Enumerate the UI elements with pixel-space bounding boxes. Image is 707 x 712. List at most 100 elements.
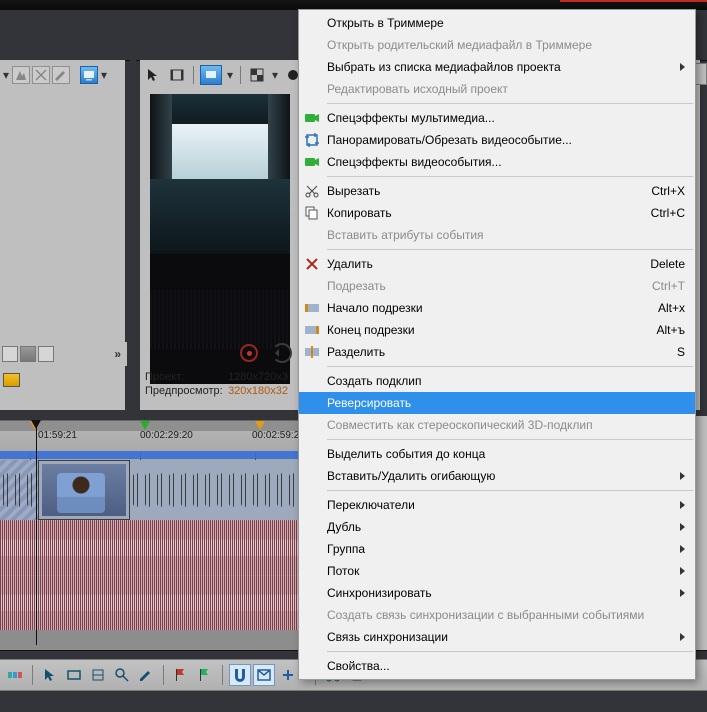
timecode: 00:02:59:2 bbox=[252, 430, 299, 441]
menu-label: Дубль bbox=[327, 520, 361, 534]
menu-cut[interactable]: Вырезать Ctrl+X bbox=[299, 180, 695, 202]
tool-swatches-icon[interactable] bbox=[4, 664, 26, 686]
menu-insert-envelope[interactable]: Вставить/Удалить огибающую bbox=[299, 465, 695, 487]
submenu-arrow-icon bbox=[680, 63, 685, 71]
menu-shortcut: Alt+x bbox=[658, 301, 685, 315]
tool-pointer-icon[interactable] bbox=[39, 664, 61, 686]
record-icon[interactable] bbox=[240, 344, 258, 362]
menu-label: Спецэффекты видеособытия... bbox=[327, 155, 502, 169]
menu-label: Вырезать bbox=[327, 184, 380, 198]
menu-label: Вставить атрибуты события bbox=[327, 228, 484, 242]
crop-icon bbox=[303, 131, 321, 149]
menu-create-sync: Создать связь синхронизации с выбранными… bbox=[299, 604, 695, 626]
menu-trim-start[interactable]: Начало подрезки Alt+x bbox=[299, 297, 695, 319]
menu-take[interactable]: Дубль bbox=[299, 516, 695, 538]
tool-box-icon[interactable] bbox=[63, 664, 85, 686]
submenu-arrow-icon bbox=[680, 589, 685, 597]
tool-magnify-icon[interactable] bbox=[111, 664, 133, 686]
menu-copy[interactable]: Копировать Ctrl+C bbox=[299, 202, 695, 224]
fx-green-icon bbox=[303, 109, 321, 127]
marker-icon[interactable] bbox=[140, 421, 150, 430]
tool-icon-1[interactable] bbox=[12, 66, 30, 84]
context-menu: Открыть в Триммере Открыть родительский … bbox=[298, 9, 696, 680]
menu-label: Совместить как стереоскопический 3D-подк… bbox=[327, 418, 593, 432]
menu-label: Свойства... bbox=[327, 659, 390, 673]
menu-fx-video[interactable]: Спецэффекты видеособытия... bbox=[299, 151, 695, 173]
timecode: 00:02:29:20 bbox=[140, 430, 193, 441]
tool-edit-icon[interactable] bbox=[135, 664, 157, 686]
marker-icon[interactable] bbox=[255, 421, 265, 430]
tool-icon-3[interactable] bbox=[52, 66, 70, 84]
menu-select-to-end[interactable]: Выделить события до конца bbox=[299, 443, 695, 465]
color-swatch[interactable] bbox=[3, 373, 20, 387]
preview-monitor-icon[interactable] bbox=[200, 65, 222, 85]
menu-fx-multimedia[interactable]: Спецэффекты мультимедиа... bbox=[299, 107, 695, 129]
menu-label: Подрезать bbox=[327, 279, 386, 293]
loop-icon[interactable] bbox=[272, 343, 292, 363]
tool-icon-2[interactable] bbox=[32, 66, 50, 84]
menu-sync-link[interactable]: Связь синхронизации bbox=[299, 626, 695, 648]
menu-label: Спецэффекты мультимедиа... bbox=[327, 111, 495, 125]
more-icon[interactable]: » bbox=[114, 347, 127, 361]
left-panel: ▾ ▾ » bbox=[0, 60, 125, 410]
copy-icon bbox=[303, 204, 321, 222]
submenu-arrow-icon bbox=[680, 545, 685, 553]
left-panel-toolbar: ▾ ▾ bbox=[0, 63, 127, 87]
playhead[interactable] bbox=[36, 420, 37, 645]
menu-label: Выделить события до конца bbox=[327, 447, 485, 461]
dropdown-arrow-icon[interactable]: ▾ bbox=[2, 66, 10, 84]
menu-label: Начало подрезки bbox=[327, 301, 423, 315]
dropdown-arrow-icon[interactable]: ▾ bbox=[226, 66, 234, 84]
transport-btn-1[interactable] bbox=[2, 346, 18, 362]
menu-create-subclip[interactable]: Создать подклип bbox=[299, 370, 695, 392]
video-clip[interactable] bbox=[0, 460, 39, 520]
menu-label: Выбрать из списка медиафайлов проекта bbox=[327, 60, 561, 74]
menu-edit-source: Редактировать исходный проект bbox=[299, 78, 695, 100]
tool-add-icon[interactable] bbox=[277, 664, 299, 686]
film-icon[interactable] bbox=[167, 65, 187, 85]
loop-region[interactable] bbox=[0, 451, 298, 459]
menu-delete[interactable]: Удалить Delete bbox=[299, 253, 695, 275]
menu-stereo3d: Совместить как стереоскопический 3D-подк… bbox=[299, 414, 695, 436]
menu-properties[interactable]: Свойства... bbox=[299, 655, 695, 677]
menu-select-from-list[interactable]: Выбрать из списка медиафайлов проекта bbox=[299, 56, 695, 78]
dropdown-arrow-icon[interactable]: ▾ bbox=[100, 66, 108, 84]
menu-open-trimmer[interactable]: Открыть в Триммере bbox=[299, 12, 695, 34]
menu-label: Копировать bbox=[327, 206, 392, 220]
menu-trim-end[interactable]: Конец подрезки Alt+ъ bbox=[299, 319, 695, 341]
trim-end-icon bbox=[303, 321, 321, 339]
cursor-icon[interactable] bbox=[143, 65, 163, 85]
tool-flag-red-icon[interactable] bbox=[170, 664, 192, 686]
menu-label: Открыть родительский медиафайл в Триммер… bbox=[327, 38, 592, 52]
split-icon bbox=[303, 343, 321, 361]
transport-btn-2[interactable] bbox=[20, 346, 36, 362]
submenu-arrow-icon bbox=[680, 501, 685, 509]
transport-btn-3[interactable] bbox=[38, 346, 54, 362]
tool-envelope-icon[interactable] bbox=[253, 664, 275, 686]
video-clip-thumbnail[interactable] bbox=[38, 460, 130, 520]
menu-label: Создать связь синхронизации с выбранными… bbox=[327, 608, 644, 622]
dropdown-arrow-icon[interactable]: ▾ bbox=[271, 66, 279, 84]
tool-flag-green-icon[interactable] bbox=[194, 664, 216, 686]
menu-label: Переключатели bbox=[327, 498, 415, 512]
tool-range-icon[interactable] bbox=[87, 664, 109, 686]
quality-icon[interactable] bbox=[247, 65, 267, 85]
menu-pan-crop[interactable]: Панорамировать/Обрезать видеособытие... bbox=[299, 129, 695, 151]
menu-sync[interactable]: Синхронизировать bbox=[299, 582, 695, 604]
menu-stream[interactable]: Поток bbox=[299, 560, 695, 582]
submenu-arrow-icon bbox=[680, 523, 685, 531]
menu-reverse[interactable]: Реверсировать bbox=[299, 392, 695, 414]
menu-shortcut: S bbox=[677, 345, 685, 359]
menu-split[interactable]: Разделить S bbox=[299, 341, 695, 363]
submenu-arrow-icon bbox=[680, 567, 685, 575]
menu-label: Реверсировать bbox=[327, 396, 411, 410]
video-preview bbox=[150, 94, 290, 384]
menu-label: Открыть в Триммере bbox=[327, 16, 444, 30]
menu-switches[interactable]: Переключатели bbox=[299, 494, 695, 516]
tool-snap-icon[interactable] bbox=[229, 664, 251, 686]
menu-label: Конец подрезки bbox=[327, 323, 415, 337]
menu-group[interactable]: Группа bbox=[299, 538, 695, 560]
timecode: 01:59:21 bbox=[38, 430, 77, 441]
menu-label: Вставить/Удалить огибающую bbox=[327, 469, 495, 483]
preview-monitor-icon[interactable] bbox=[80, 66, 98, 84]
